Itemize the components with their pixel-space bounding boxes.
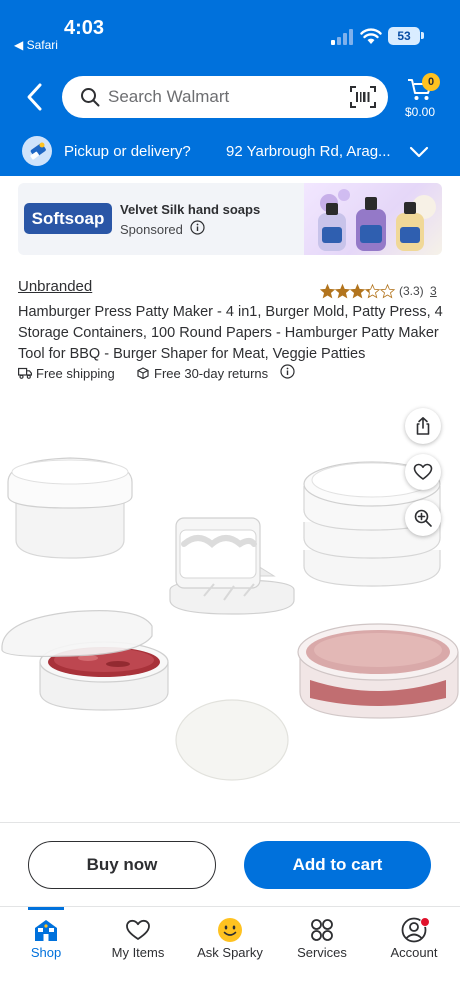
services-icon (311, 919, 333, 941)
cart-total: $0.00 (404, 105, 436, 119)
tab-ask-sparky[interactable]: Ask Sparky (184, 907, 276, 977)
status-bar: 4:03 ◀ Safari 53 (0, 0, 460, 60)
tab-services[interactable]: Services (276, 907, 368, 977)
battery-indicator: 53 (388, 27, 420, 45)
tab-label-services: Services (297, 945, 347, 960)
hand-soap-product-image (304, 183, 442, 255)
softsoap-logo: Softsoap (24, 203, 112, 234)
info-icon[interactable] (190, 220, 205, 235)
heart-icon (413, 463, 433, 480)
purchase-action-bar: Buy now Add to cart (0, 822, 460, 906)
tab-label-my-items: My Items (111, 945, 165, 960)
product-title: Hamburger Press Patty Maker - 4 in1, Bur… (18, 304, 443, 362)
cart-button[interactable]: 0 $0.00 (398, 72, 442, 122)
back-chevron-icon[interactable] (20, 80, 50, 114)
battery-tip (421, 32, 424, 39)
share-icon (416, 417, 430, 435)
free-returns-label: Free 30-day returns (154, 366, 269, 381)
store-location-icon (22, 136, 52, 166)
tab-label-ask-sparky: Ask Sparky (197, 945, 263, 960)
search-input[interactable] (108, 76, 338, 118)
buy-now-button[interactable]: Buy now (28, 841, 216, 889)
cellular-signal-icon (331, 29, 353, 45)
favorite-button[interactable] (405, 454, 441, 490)
product-image[interactable] (0, 400, 460, 820)
search-icon (81, 88, 100, 107)
header: 4:03 ◀ Safari 53 Search Walmart 0 $0.00 … (0, 0, 460, 176)
info-icon[interactable] (280, 364, 295, 379)
share-button[interactable] (405, 408, 441, 444)
product-rating[interactable]: (3.3) 3 (320, 283, 442, 299)
tab-label-account: Account (390, 945, 438, 960)
sparky-icon (218, 918, 242, 942)
burger-press-kit-illustration (1, 457, 459, 781)
pickup-delivery-selector[interactable]: Pickup or delivery? 92 Yarbrough Rd, Ara… (0, 132, 460, 172)
review-count-link[interactable]: 3 (430, 284, 437, 298)
free-shipping-label: Free shipping (36, 366, 115, 381)
tab-label-shop: Shop (30, 945, 62, 960)
return-box-icon (137, 367, 149, 379)
tab-account[interactable]: Account (368, 907, 460, 977)
status-time: 4:03 (64, 17, 105, 39)
notification-dot (420, 917, 430, 927)
pickup-address: 92 Yarbrough Rd, Arag... (226, 143, 391, 160)
zoom-in-icon (414, 509, 432, 527)
barcode-scanner-icon[interactable] (350, 86, 376, 108)
search-bar[interactable] (62, 76, 388, 118)
star-rating-icon (320, 284, 395, 298)
truck-icon (18, 367, 32, 379)
add-to-cart-button[interactable]: Add to cart (244, 841, 431, 889)
sponsored-ad-banner[interactable]: Softsoap Velvet Silk hand soaps Sponsore… (18, 183, 442, 255)
rating-value: (3.3) (399, 284, 424, 298)
brand-link[interactable]: Unbranded (18, 278, 92, 295)
pickup-delivery-label: Pickup or delivery? (64, 143, 191, 160)
tab-shop[interactable]: Shop (0, 907, 92, 977)
cart-count-badge: 0 (422, 73, 440, 91)
chevron-down-icon (409, 146, 429, 158)
zoom-button[interactable] (405, 500, 441, 536)
sponsored-label: Sponsored (120, 222, 183, 237)
back-to-safari-link[interactable]: ◀ Safari (14, 38, 58, 52)
wifi-icon (360, 28, 382, 44)
tab-my-items[interactable]: My Items (92, 907, 184, 977)
bottom-tab-bar: Shop My Items Ask Sparky Services Accoun… (0, 906, 460, 1000)
heart-icon (126, 919, 150, 940)
ad-title: Velvet Silk hand soaps (120, 202, 261, 217)
shop-icon (35, 920, 57, 941)
active-tab-indicator (28, 907, 64, 910)
